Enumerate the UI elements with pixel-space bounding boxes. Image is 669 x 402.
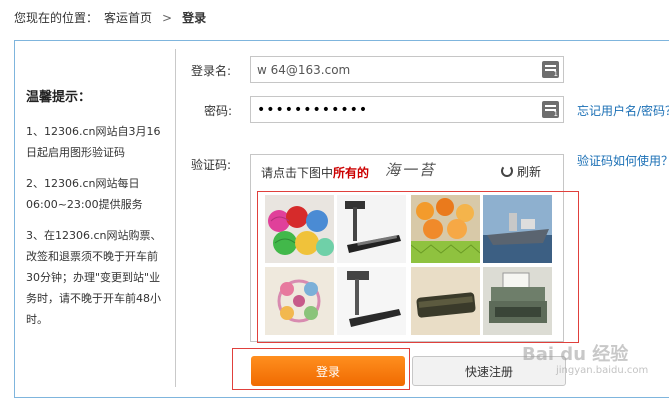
keyboard-icon[interactable]: 1 — [542, 101, 559, 118]
captcha-prompt-emphasis: 所有的 — [333, 166, 370, 180]
captcha-tile-ship[interactable] — [483, 195, 552, 263]
username-field[interactable]: w 64@163.com 1 — [250, 56, 564, 83]
keyboard-icon[interactable]: 1 — [542, 61, 559, 78]
breadcrumb: 您现在的位置： 客运首页 > 登录 — [14, 9, 206, 26]
captcha-label: 验证码: — [191, 158, 232, 172]
tips-panel: 温馨提示： 1、12306.cn网站自3月16日起启用图形验证码 2、12306… — [26, 86, 166, 340]
captcha-tile-typewriter[interactable] — [483, 267, 552, 335]
login-button[interactable]: 登录 — [251, 356, 405, 386]
password-label: 密码: — [204, 104, 233, 118]
tips-title: 温馨提示： — [26, 90, 92, 105]
forgot-password-link[interactable]: 忘记用户名/密码？ — [577, 102, 669, 119]
captcha-header: 请点击下图中所有的 海一苔 刷新 — [251, 155, 563, 187]
captcha-tile-treadmill-2[interactable] — [337, 267, 406, 335]
breadcrumb-prefix: 您现在的位置： — [14, 11, 99, 25]
captcha-tile-embroidery[interactable] — [265, 267, 334, 335]
captcha-target-word: 海一苔 — [385, 161, 437, 179]
captcha-tile-treadmill[interactable] — [337, 195, 406, 263]
watermark-logo: Bai du 经验 — [522, 344, 629, 365]
watermark-url: jingyan.baidu.com — [556, 365, 649, 376]
refresh-label: 刷新 — [517, 164, 542, 179]
tip-item: 2、12306.cn网站每日06:00~23:00提供服务 — [26, 177, 143, 211]
password-field[interactable]: •••••••••••• 1 — [250, 96, 564, 123]
username-value: w 64@163.com — [257, 62, 351, 77]
breadcrumb-current: 登录 — [182, 11, 207, 25]
refresh-icon — [501, 165, 513, 177]
password-value: •••••••••••• — [257, 101, 369, 118]
captcha-help-link[interactable]: 验证码如何使用？ — [577, 152, 669, 169]
captcha-tile-jelly[interactable] — [411, 195, 480, 263]
captcha-tile-yarn[interactable] — [265, 195, 334, 263]
tip-item: 3、在12306.cn网站购票、改签和退票须不晚于开车前30分钟；办理"变更到站… — [26, 229, 162, 326]
captcha-prompt: 请点击下图中所有的 — [261, 166, 370, 180]
top-bar: 您现在的位置： 客运首页 > 登录 — [0, 0, 669, 36]
breadcrumb-separator: > — [162, 10, 173, 25]
tip-item: 1、12306.cn网站自3月16日起启用图形验证码 — [26, 125, 161, 159]
username-label: 登录名: — [191, 64, 232, 78]
captcha-image-grid — [265, 195, 552, 337]
captcha-refresh-button[interactable]: 刷新 — [501, 161, 541, 181]
captcha-tile-seaweed[interactable] — [411, 267, 480, 335]
panel-divider — [175, 49, 176, 387]
breadcrumb-home-link[interactable]: 客运首页 — [104, 9, 152, 26]
